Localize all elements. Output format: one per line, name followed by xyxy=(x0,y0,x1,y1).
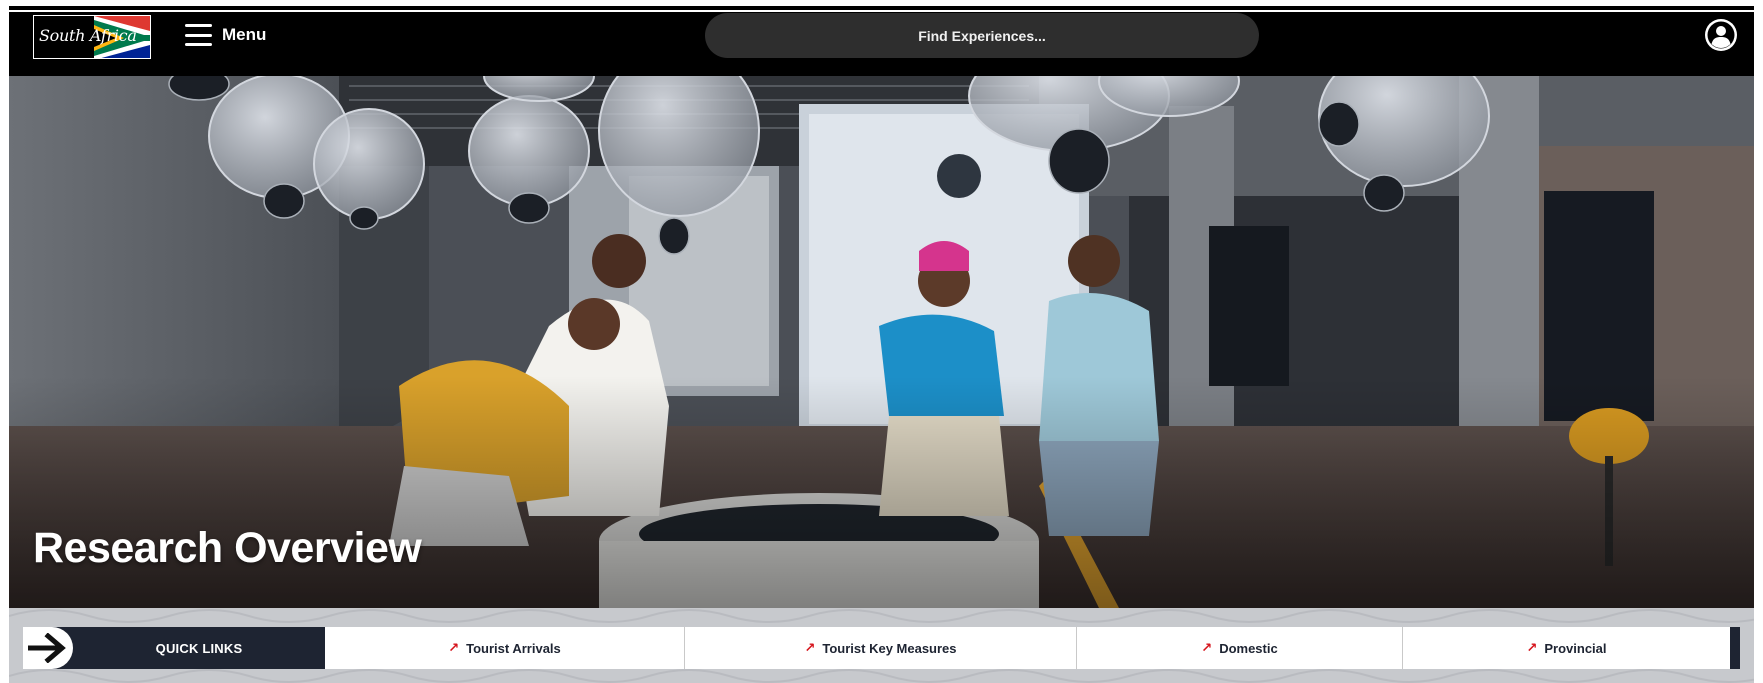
quick-links-bar: QUICK LINKS ↗ Tourist Arrivals ↗ Tourist… xyxy=(9,608,1754,683)
quick-link-label: Provincial xyxy=(1544,640,1607,656)
menu-label: Menu xyxy=(222,25,267,44)
south-africa-logo[interactable]: South Africa xyxy=(33,15,151,59)
quick-links-arrow xyxy=(23,627,73,669)
logo-text: South Africa xyxy=(39,26,137,45)
search-input[interactable]: Find Experiences... xyxy=(705,13,1259,58)
menu-button[interactable]: Menu xyxy=(185,20,266,50)
arrow-up-right-icon: ↗ xyxy=(804,640,816,655)
quick-link-label: Tourist Arrivals xyxy=(466,640,561,656)
navbar: South Africa Menu Find Experiences... xyxy=(9,12,1754,76)
user-circle-icon[interactable] xyxy=(1704,18,1738,52)
arrow-up-right-icon: ↗ xyxy=(1526,640,1538,655)
hero-banner: Research Overview xyxy=(9,76,1754,608)
quick-link-tourist-arrivals[interactable]: ↗ Tourist Arrivals xyxy=(325,627,685,669)
arrow-up-right-icon: ↗ xyxy=(448,640,460,655)
quick-links-header: QUICK LINKS xyxy=(23,627,325,669)
quick-link-provincial[interactable]: ↗ Provincial xyxy=(1403,627,1730,669)
arrow-up-right-icon: ↗ xyxy=(1201,640,1213,655)
quick-links-list: ↗ Tourist Arrivals ↗ Tourist Key Measure… xyxy=(325,627,1730,669)
quick-links-end-cap xyxy=(1730,627,1740,669)
quick-link-tourist-key-measures[interactable]: ↗ Tourist Key Measures xyxy=(685,627,1077,669)
hamburger-icon xyxy=(185,24,212,46)
quick-links-label: QUICK LINKS xyxy=(155,640,243,656)
quick-link-label: Tourist Key Measures xyxy=(822,640,957,656)
page: South Africa Menu Find Experiences... Re… xyxy=(0,0,1763,683)
search-placeholder: Find Experiences... xyxy=(918,27,1046,44)
page-title: Research Overview xyxy=(33,524,422,572)
quick-link-domestic[interactable]: ↗ Domestic xyxy=(1077,627,1403,669)
quick-link-label: Domestic xyxy=(1219,640,1278,656)
top-border xyxy=(9,6,1754,10)
arrow-right-icon xyxy=(28,633,66,663)
